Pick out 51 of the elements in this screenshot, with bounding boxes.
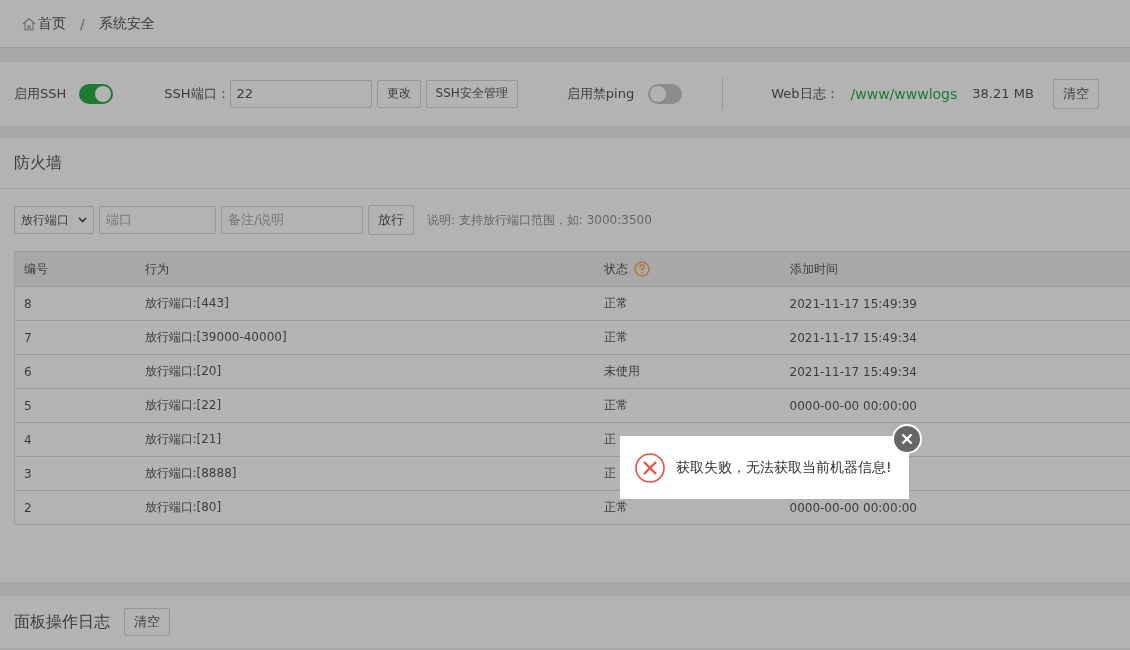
table-cell: 0000-00-00 00:00:00 (780, 388, 1130, 423)
table-cell: 未使用 (594, 354, 781, 389)
ping-toggle[interactable] (648, 83, 683, 104)
table-cell: 4 (14, 422, 136, 457)
close-icon (901, 433, 913, 445)
hint-text: 说明: 支持放行端口范围，如: 3000:3500 (427, 211, 652, 229)
web-log-label: Web日志： (771, 84, 839, 103)
table-cell: 2021-11-17 15:49:34 (780, 354, 1130, 389)
table-cell: 放行端口:[39000-40000] (135, 320, 595, 355)
ssh-manage-button[interactable]: SSH安全管理 (425, 79, 518, 108)
type-select[interactable]: 放行端口 (14, 206, 94, 234)
firewall-title: 防火墙 (14, 153, 62, 174)
table-cell: 7 (14, 320, 136, 355)
breadcrumb-current: 系统安全 (98, 14, 155, 33)
column-header: 添加时间 (780, 251, 1130, 287)
table-cell: 放行端口:[20] (135, 354, 595, 389)
home-link[interactable]: 首页 (22, 14, 66, 33)
table-cell: 2021-11-17 15:49:39 (780, 286, 1130, 321)
ssh-port-label: SSH端口： (164, 84, 230, 103)
table-cell: 3 (14, 456, 136, 491)
column-header: 编号 (14, 251, 136, 287)
table-cell: 放行端口:[8888] (135, 456, 595, 491)
ssh-port-field[interactable]: 22 (229, 79, 372, 108)
change-button[interactable]: 更改 (376, 79, 421, 108)
table-cell: 5 (14, 388, 136, 423)
table-cell: 放行端口:[21] (135, 422, 595, 457)
table-cell: 6 (14, 354, 136, 389)
column-header: 状态 (603, 260, 628, 278)
table-cell: 正常 (594, 388, 781, 423)
table-cell: 放行端口:[22] (135, 388, 595, 423)
chevron-down-icon (78, 217, 87, 223)
clear-button[interactable]: 清空 (124, 608, 170, 636)
panel-log-title: 面板操作日志 (14, 611, 110, 633)
home-icon (22, 16, 36, 31)
help-icon[interactable] (633, 261, 650, 277)
ssh-toggle[interactable] (79, 83, 114, 104)
table-cell: 放行端口:[443] (135, 286, 595, 321)
ping-label: 启用禁ping (566, 84, 635, 103)
breadcrumb-separator: / (80, 15, 85, 32)
table-cell: 2021-11-17 15:49:34 (780, 320, 1130, 355)
table-cell: 正常 (594, 286, 781, 321)
table-cell: 正常 (594, 320, 781, 355)
clear-button[interactable]: 清空 (1052, 78, 1099, 109)
ssh-label: 启用SSH (14, 84, 67, 103)
allow-button[interactable]: 放行 (368, 205, 414, 235)
table-cell: 放行端口:[80] (135, 490, 595, 525)
column-header: 行为 (135, 251, 595, 287)
error-icon (634, 451, 666, 484)
table-cell: 8 (14, 286, 136, 321)
web-log-size: 38.21 MB (972, 86, 1034, 101)
table-cell: 2 (14, 490, 136, 525)
